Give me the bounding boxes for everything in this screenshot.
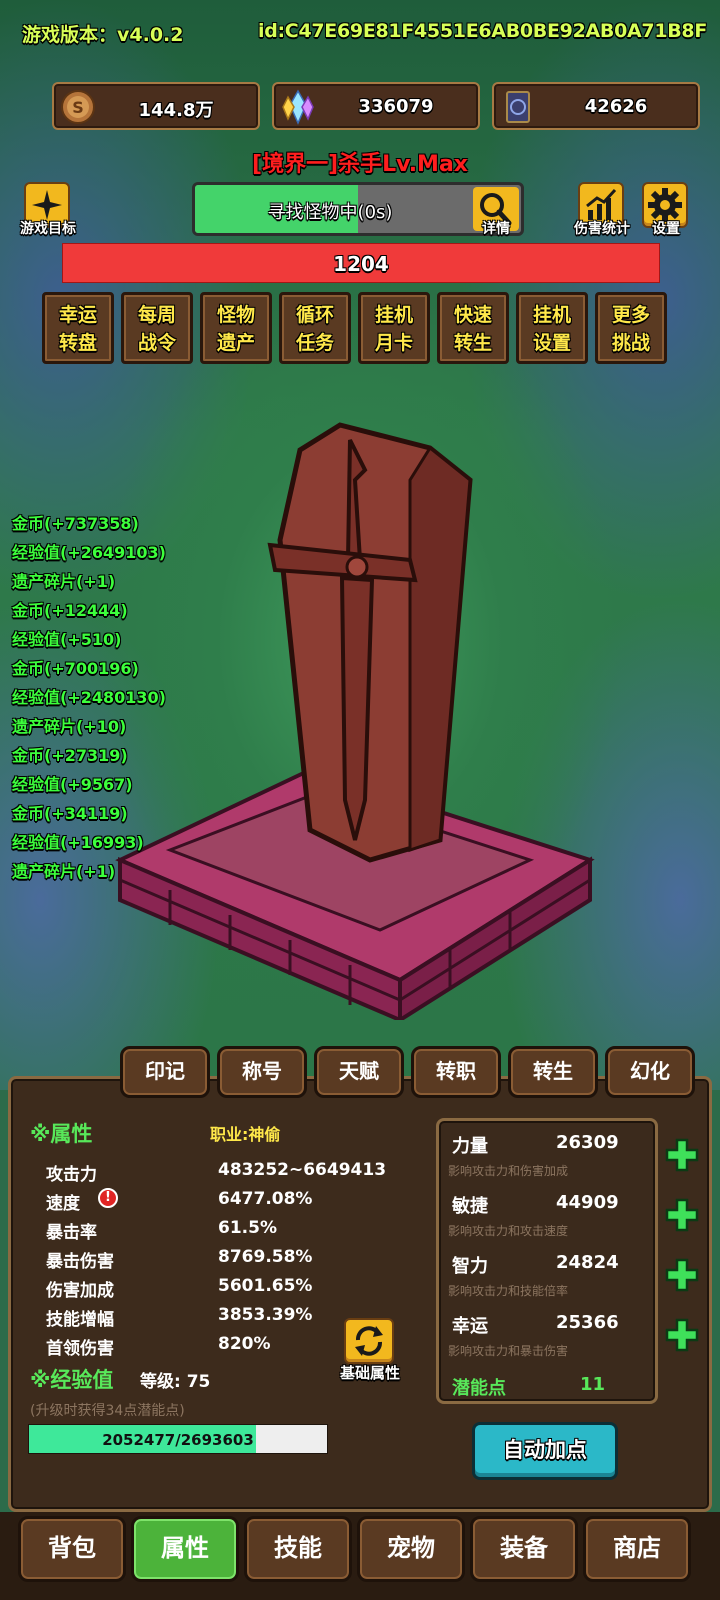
luck-label: 幸运 xyxy=(452,1316,488,1337)
refresh-icon xyxy=(355,1326,383,1356)
luck-desc: 影响攻击力和暴击伤害 xyxy=(448,1344,569,1358)
strength-desc: 影响攻击力和伤害加成 xyxy=(448,1164,569,1178)
add-strength-button[interactable] xyxy=(664,1137,700,1173)
agility-label: 敏捷 xyxy=(452,1196,488,1217)
strength-value: 26309 xyxy=(556,1132,619,1153)
player-title: [境界一]杀手Lv.Max xyxy=(252,152,468,177)
tab-job-change[interactable]: 转职 xyxy=(411,1046,501,1098)
intelligence-label: 智力 xyxy=(452,1256,488,1277)
crit-damage-label: 暴击伤害 xyxy=(46,1252,114,1272)
loot-log-item: 金币(+700196) xyxy=(12,659,139,678)
loot-log-item: 经验值(+16993) xyxy=(12,833,144,852)
level-label: 等级: 75 xyxy=(140,1372,211,1392)
user-id: id:C47E69E81F4551E6AB0BE92AB0A71B8F xyxy=(258,20,708,42)
loot-log-item: 金币(+34119) xyxy=(12,804,128,823)
experience-progress-text: 2052477/2693603 xyxy=(102,1431,254,1449)
gold-resource: S 144.8万 xyxy=(52,82,260,130)
attributes-section-title: ※属性 xyxy=(30,1122,93,1146)
damage-stats-label: 伤害统计 xyxy=(574,221,630,237)
tab-rebirth[interactable]: 转生 xyxy=(508,1046,598,1098)
add-intelligence-button[interactable] xyxy=(664,1257,700,1293)
monster-monument[interactable] xyxy=(110,420,600,1020)
crit-rate-value: 61.5% xyxy=(218,1218,277,1238)
crystal-value: 336079 xyxy=(358,96,434,117)
svg-text:S: S xyxy=(72,98,84,117)
basic-attributes-button[interactable] xyxy=(344,1318,394,1364)
card-resource: 42626 xyxy=(492,82,700,130)
experience-hint: (升级时获得34点潜能点) xyxy=(30,1403,185,1419)
nav-attributes[interactable]: 属性 xyxy=(131,1516,239,1582)
loot-log-item: 遗产碎片(+10) xyxy=(12,717,127,736)
add-agility-button[interactable] xyxy=(664,1197,700,1233)
menu-idle-monthly-card[interactable]: 挂机 月卡 xyxy=(358,292,430,364)
loot-log-item: 遗产碎片(+1) xyxy=(12,572,116,591)
loot-log-item: 经验值(+9567) xyxy=(12,775,133,794)
menu-fast-rebirth[interactable]: 快速 转生 xyxy=(437,292,509,364)
loot-log-item: 遗产碎片(+1) xyxy=(12,862,116,881)
boss-damage-label: 首领伤害 xyxy=(46,1339,114,1359)
damage-bonus-value: 5601.65% xyxy=(218,1276,313,1296)
nav-skills[interactable]: 技能 xyxy=(244,1516,352,1582)
basic-attributes-label: 基础属性 xyxy=(339,1364,400,1382)
menu-lucky-wheel[interactable]: 幸运 转盘 xyxy=(42,292,114,364)
card-value: 42626 xyxy=(584,96,648,117)
attack-label: 攻击力 xyxy=(46,1165,97,1185)
monster-hp-value: 1204 xyxy=(333,252,389,276)
details-label: 详情 xyxy=(482,221,510,237)
alert-icon[interactable]: ! xyxy=(98,1188,118,1208)
loot-log-item: 金币(+27319) xyxy=(12,746,128,765)
tab-mark[interactable]: 印记 xyxy=(120,1046,210,1098)
crystal-resource: 336079 xyxy=(272,82,480,130)
menu-cycle-tasks[interactable]: 循环 任务 xyxy=(279,292,351,364)
tab-talent[interactable]: 天赋 xyxy=(314,1046,404,1098)
auto-assign-button[interactable]: 自动加点 xyxy=(472,1422,618,1480)
loot-log-item: 金币(+12444) xyxy=(12,601,128,620)
coin-icon: S xyxy=(61,90,95,124)
agility-desc: 影响攻击力和攻击速度 xyxy=(448,1224,569,1238)
card-icon xyxy=(506,91,530,123)
speed-label: 速度 xyxy=(46,1194,80,1214)
menu-idle-settings[interactable]: 挂机 设置 xyxy=(516,292,588,364)
crit-damage-value: 8769.58% xyxy=(218,1247,313,1267)
nav-backpack[interactable]: 背包 xyxy=(18,1516,126,1582)
game-goal-label: 游戏目标 xyxy=(20,221,76,237)
tab-title[interactable]: 称号 xyxy=(217,1046,307,1098)
tab-transform[interactable]: 幻化 xyxy=(605,1046,695,1098)
game-version: 游戏版本：v4.0.2 xyxy=(22,24,184,46)
menu-more-challenges[interactable]: 更多 挑战 xyxy=(595,292,667,364)
speed-value: 6477.08% xyxy=(218,1189,313,1209)
experience-section-title: ※经验值 xyxy=(30,1368,114,1392)
experience-bar: 2052477/2693603 xyxy=(28,1424,328,1454)
attack-value: 483252~6649413 xyxy=(218,1160,387,1180)
loot-log-item: 经验值(+2649103) xyxy=(12,543,166,562)
crit-rate-label: 暴击率 xyxy=(46,1223,97,1243)
nav-pets[interactable]: 宠物 xyxy=(357,1516,465,1582)
intelligence-value: 24824 xyxy=(556,1252,619,1273)
strength-label: 力量 xyxy=(452,1136,488,1157)
boss-damage-value: 820% xyxy=(218,1334,271,1354)
nav-equipment[interactable]: 装备 xyxy=(470,1516,578,1582)
crystal-icon xyxy=(282,89,314,125)
skill-amp-value: 3853.39% xyxy=(218,1305,313,1325)
loot-log-item: 经验值(+2480130) xyxy=(12,688,166,707)
damage-bonus-label: 伤害加成 xyxy=(46,1281,114,1301)
search-status-text: 寻找怪物中(0s) xyxy=(267,202,393,223)
potential-points-label: 潜能点 xyxy=(452,1378,506,1399)
luck-value: 25366 xyxy=(556,1312,619,1333)
skill-amp-label: 技能增幅 xyxy=(46,1310,114,1330)
agility-value: 44909 xyxy=(556,1192,619,1213)
potential-points-value: 11 xyxy=(580,1374,606,1395)
loot-log-item: 经验值(+510) xyxy=(12,630,122,649)
settings-label: 设置 xyxy=(652,221,680,237)
intelligence-desc: 影响攻击力和技能倍率 xyxy=(448,1284,569,1298)
menu-weekly-pass[interactable]: 每周 战令 xyxy=(121,292,193,364)
monster-hp-bar: 1204 xyxy=(62,243,660,283)
loot-log-item: 金币(+737358) xyxy=(12,514,139,533)
job-label: 职业:神偷 xyxy=(210,1125,281,1144)
menu-monster-legacy[interactable]: 怪物 遗产 xyxy=(200,292,272,364)
nav-shop[interactable]: 商店 xyxy=(583,1516,691,1582)
add-luck-button[interactable] xyxy=(664,1317,700,1353)
gold-value: 144.8万 xyxy=(138,100,214,121)
